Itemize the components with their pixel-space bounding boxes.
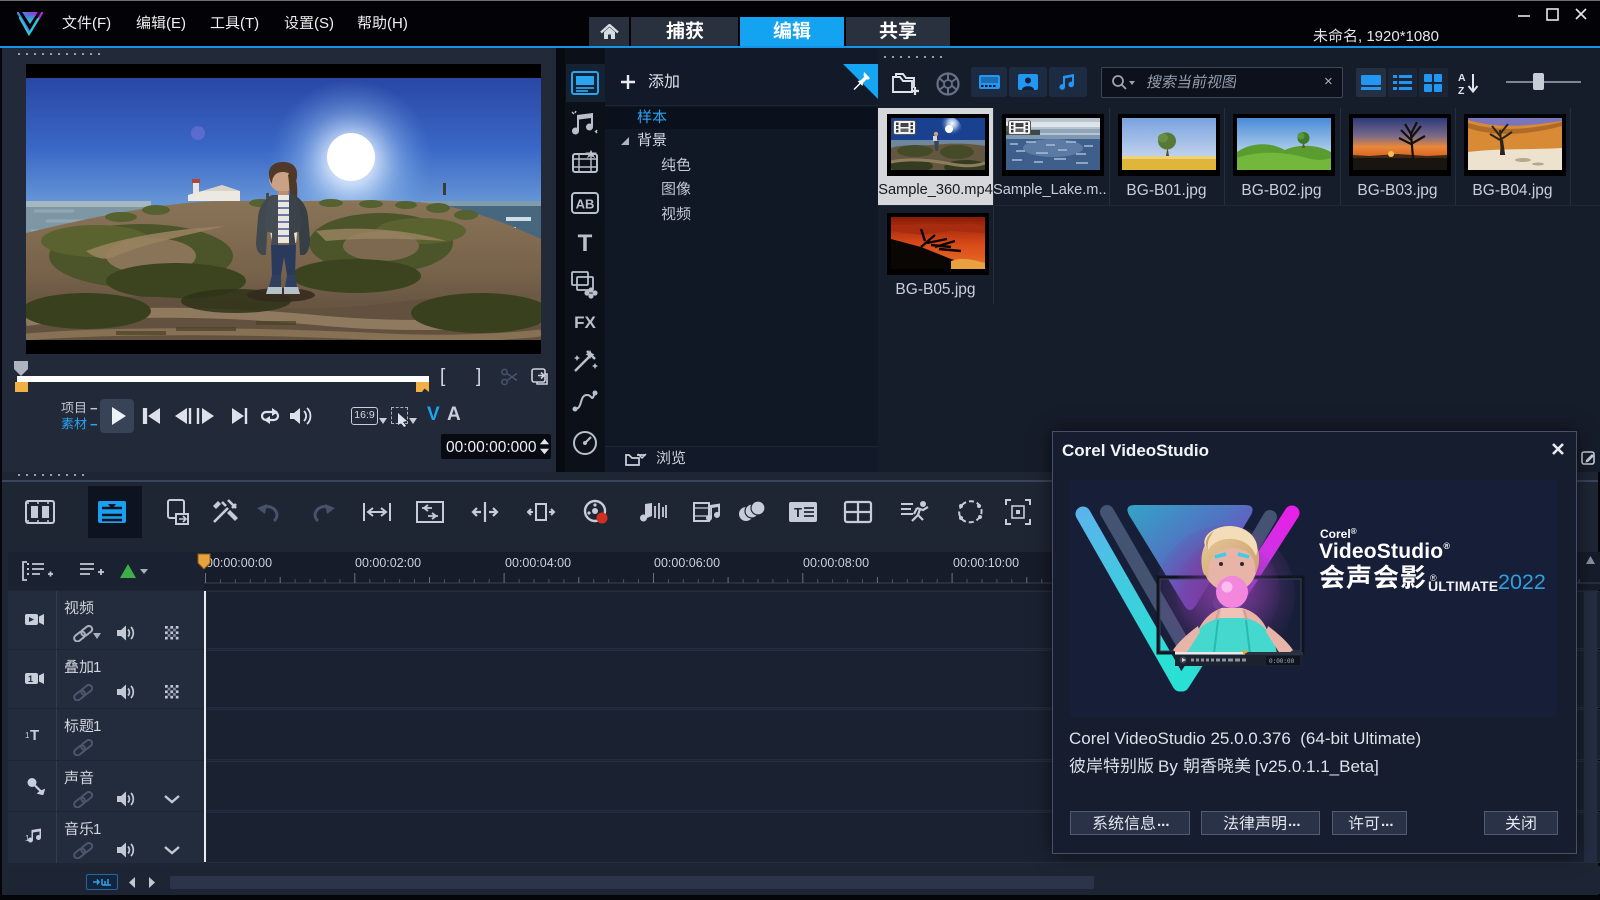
svg-text:T: T bbox=[578, 230, 593, 257]
svg-text:1: 1 bbox=[28, 674, 33, 684]
svg-text:T: T bbox=[30, 727, 39, 743]
svg-text:AB: AB bbox=[576, 197, 595, 212]
svg-text:A: A bbox=[1458, 72, 1466, 84]
svg-text:FX: FX bbox=[574, 313, 596, 332]
svg-text:Z: Z bbox=[1458, 85, 1465, 96]
svg-text:0:00:00: 0:00:00 bbox=[1269, 658, 1295, 665]
svg-text:T: T bbox=[794, 505, 802, 520]
